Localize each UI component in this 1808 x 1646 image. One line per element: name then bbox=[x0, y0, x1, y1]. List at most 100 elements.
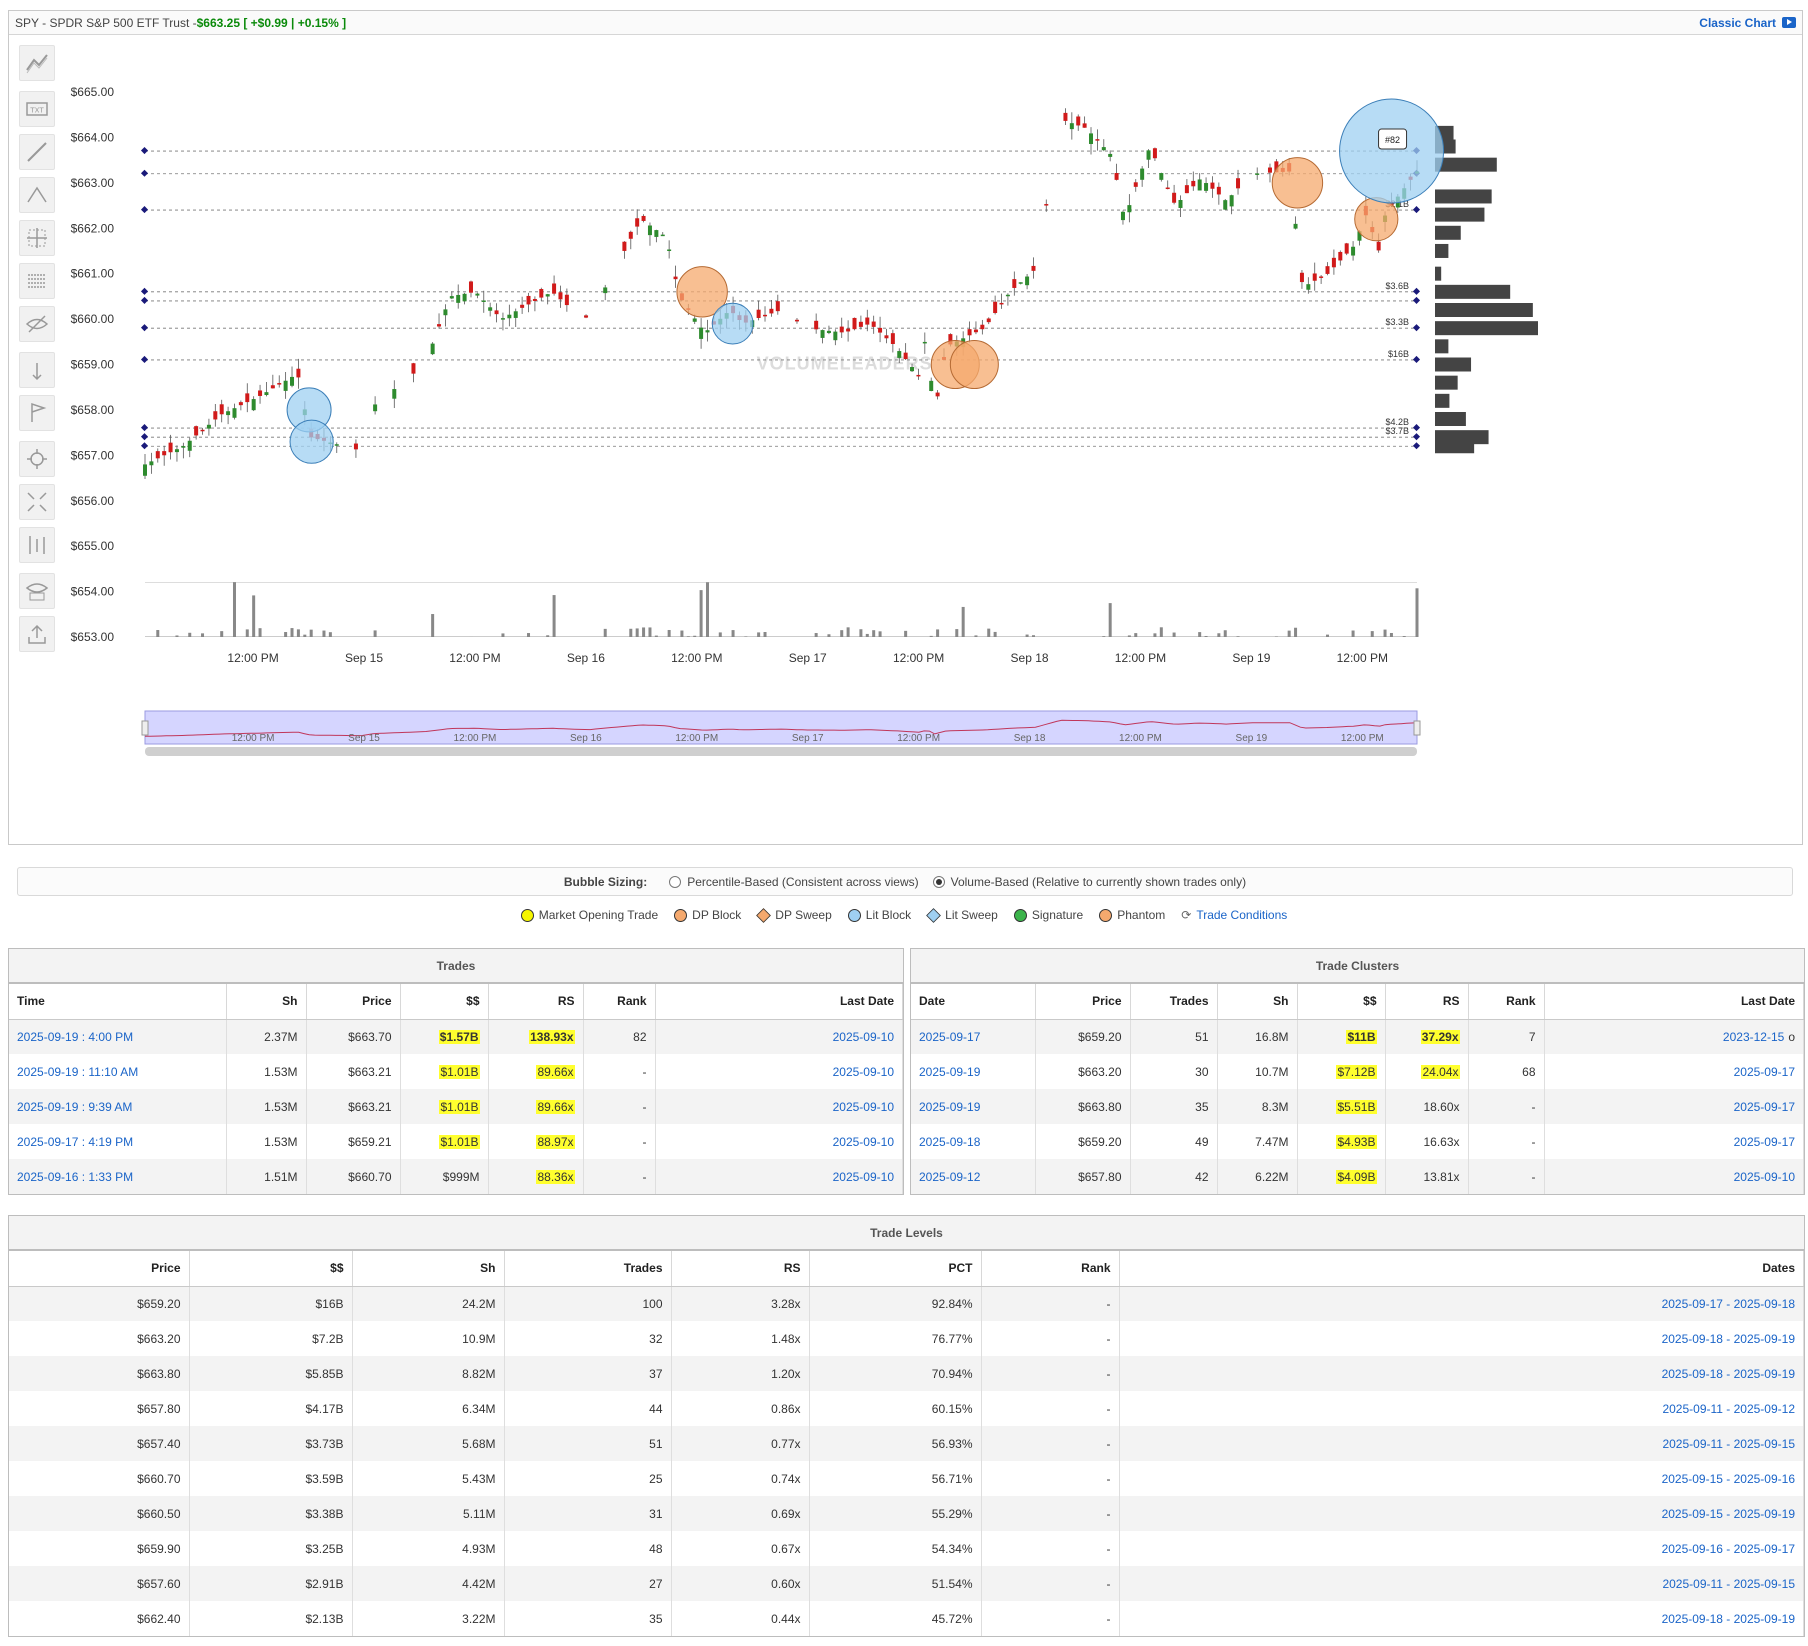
table-row[interactable]: 2025-09-19 $663.80 35 8.3M $5.51B 18.60x - 2025… bbox=[911, 1089, 1804, 1124]
line-tool[interactable] bbox=[19, 134, 55, 170]
zoom-tool[interactable] bbox=[19, 441, 55, 477]
column-header[interactable]: $$ bbox=[189, 1251, 353, 1287]
fullscreen-tool[interactable] bbox=[19, 484, 55, 520]
table-cell[interactable]: 2025-09-11 - 2025-09-15 bbox=[1119, 1426, 1804, 1461]
column-header[interactable]: $$ bbox=[400, 984, 489, 1020]
percentile-radio-dot[interactable] bbox=[669, 875, 682, 888]
table-cell[interactable]: 2025-09-10 bbox=[655, 1159, 903, 1194]
table-row[interactable]: 2025-09-12 $657.80 42 6.22M $4.09B 13.81x - 202… bbox=[911, 1159, 1804, 1194]
table-cell[interactable]: 2025-09-19 : 9:39 AM bbox=[9, 1089, 227, 1124]
legend-item[interactable]: Lit Block bbox=[847, 905, 911, 925]
table-cell[interactable]: 2025-09-19 : 4:00 PM bbox=[9, 1019, 227, 1054]
legend-item[interactable]: Lit Sweep bbox=[926, 905, 998, 925]
abc-pattern-tool[interactable] bbox=[19, 177, 55, 213]
column-header[interactable]: Last Date bbox=[655, 984, 903, 1020]
table-row[interactable]: $657.80 $4.17B 6.34M 44 0.86x 60.15% - 2025-09-… bbox=[9, 1391, 1804, 1426]
table-cell[interactable]: 2025-09-11 - 2025-09-12 bbox=[1119, 1391, 1804, 1426]
table-cell[interactable]: 2025-09-10 bbox=[655, 1089, 903, 1124]
legend-item[interactable]: ⟳ Trade Conditions bbox=[1181, 905, 1287, 925]
upload-tool[interactable] bbox=[19, 616, 55, 652]
table-row[interactable]: 2025-09-19 : 9:39 AM 1.53M $663.21 $1.01B 89… bbox=[9, 1089, 903, 1124]
table-cell[interactable]: 2025-09-18 bbox=[911, 1124, 1036, 1159]
table-cell[interactable]: 2025-09-10 bbox=[655, 1054, 903, 1089]
column-header[interactable]: $$ bbox=[1297, 984, 1386, 1020]
navigator-scrollbar[interactable] bbox=[145, 747, 1417, 756]
legend-item[interactable]: DP Block bbox=[674, 905, 741, 925]
column-header[interactable]: Trades bbox=[1130, 984, 1218, 1020]
hide-tool[interactable] bbox=[19, 306, 55, 342]
flag-tool[interactable] bbox=[19, 395, 55, 431]
column-header[interactable]: Rank bbox=[583, 984, 656, 1020]
table-cell[interactable]: 2025-09-17 bbox=[1544, 1124, 1804, 1159]
table-row[interactable]: 2025-09-18 $659.20 49 7.47M $4.93B 16.63x - 202… bbox=[911, 1124, 1804, 1159]
table-row[interactable]: $659.20 $16B 24.2M 100 3.28x 92.84% - 2025-09-1… bbox=[9, 1286, 1804, 1321]
table-cell[interactable]: 2023-12-15 o bbox=[1544, 1019, 1804, 1054]
table-cell[interactable]: 2025-09-19 bbox=[911, 1089, 1036, 1124]
column-header[interactable]: Time bbox=[9, 984, 227, 1020]
navigator-handle-right[interactable] bbox=[1413, 720, 1421, 736]
table-cell[interactable]: 2025-09-15 - 2025-09-16 bbox=[1119, 1461, 1804, 1496]
column-header[interactable]: Sh bbox=[226, 984, 307, 1020]
column-header[interactable]: Price bbox=[9, 1251, 190, 1287]
table-row[interactable]: $660.70 $3.59B 5.43M 25 0.74x 56.71% - 2025-09-… bbox=[9, 1461, 1804, 1496]
table-cell[interactable]: 2025-09-17 : 4:19 PM bbox=[9, 1124, 227, 1159]
table-cell[interactable]: 2025-09-11 - 2025-09-15 bbox=[1119, 1566, 1804, 1601]
table-row[interactable]: 2025-09-16 : 1:33 PM 1.51M $660.70 $999M 88.… bbox=[9, 1159, 903, 1194]
table-cell[interactable]: 2025-09-15 - 2025-09-19 bbox=[1119, 1496, 1804, 1531]
column-header[interactable]: RS bbox=[671, 1251, 810, 1287]
legend-item[interactable]: Phantom bbox=[1099, 905, 1165, 925]
table-row[interactable]: 2025-09-19 : 11:10 AM 1.53M $663.21 $1.01B 8… bbox=[9, 1054, 903, 1089]
column-header[interactable]: Sh bbox=[1217, 984, 1298, 1020]
column-header[interactable]: Date bbox=[911, 984, 1036, 1020]
table-cell[interactable]: 2025-09-19 : 11:10 AM bbox=[9, 1054, 227, 1089]
table-cell[interactable]: 2025-09-10 bbox=[655, 1124, 903, 1159]
table-row[interactable]: $660.50 $3.38B 5.11M 31 0.69x 55.29% - 2025-09-… bbox=[9, 1496, 1804, 1531]
table-row[interactable]: 2025-09-19 $663.20 30 10.7M $7.12B 24.04x 68 20… bbox=[911, 1054, 1804, 1089]
text-tool[interactable]: TXT bbox=[19, 91, 55, 127]
table-cell[interactable]: 2025-09-16 : 1:33 PM bbox=[9, 1159, 227, 1194]
table-cell[interactable]: 2025-09-17 bbox=[911, 1019, 1036, 1054]
legend-item[interactable]: Market Opening Trade bbox=[520, 905, 658, 925]
column-header[interactable]: Trades bbox=[504, 1251, 672, 1287]
table-row[interactable]: $657.60 $2.91B 4.42M 27 0.60x 51.54% - 2025-09-… bbox=[9, 1566, 1804, 1601]
navigator-handle-left[interactable] bbox=[141, 720, 149, 736]
table-row[interactable]: 2025-09-17 : 4:19 PM 1.53M $659.21 $1.01B 88… bbox=[9, 1124, 903, 1159]
table-row[interactable]: $663.80 $5.85B 8.82M 37 1.20x 70.94% - 2025-09-… bbox=[9, 1356, 1804, 1391]
visibility-tool[interactable] bbox=[19, 573, 55, 609]
trend-lines-tool[interactable] bbox=[19, 45, 55, 81]
table-row[interactable]: $657.40 $3.73B 5.68M 51 0.77x 56.93% - 2025-09-… bbox=[9, 1426, 1804, 1461]
table-cell[interactable]: 2025-09-12 bbox=[911, 1159, 1036, 1194]
table-row[interactable]: 2025-09-17 $659.20 51 16.8M $11B 37.29x 7 2023-… bbox=[911, 1019, 1804, 1054]
volume-radio[interactable]: Volume-Based (Relative to currently show… bbox=[932, 875, 1246, 889]
column-header[interactable]: Sh bbox=[352, 1251, 505, 1287]
table-cell[interactable]: 2025-09-17 bbox=[1544, 1089, 1804, 1124]
classic-chart-link[interactable]: Classic Chart bbox=[1699, 16, 1796, 30]
table-cell[interactable]: 2025-09-17 bbox=[1544, 1054, 1804, 1089]
column-header[interactable]: Price bbox=[306, 984, 401, 1020]
column-header[interactable]: RS bbox=[488, 984, 584, 1020]
table-cell[interactable]: 2025-09-18 - 2025-09-19 bbox=[1119, 1321, 1804, 1356]
column-header[interactable]: RS bbox=[1385, 984, 1469, 1020]
legend-item[interactable]: DP Sweep bbox=[756, 905, 832, 925]
table-row[interactable]: 2025-09-19 : 4:00 PM 2.37M $663.70 $1.57B 13… bbox=[9, 1019, 903, 1054]
table-cell[interactable]: 2025-09-17 - 2025-09-18 bbox=[1119, 1286, 1804, 1321]
legend-item[interactable]: Signature bbox=[1013, 905, 1083, 925]
column-header[interactable]: Dates bbox=[1119, 1251, 1804, 1287]
table-row[interactable]: $663.20 $7.2B 10.9M 32 1.48x 76.77% - 2025-09-1… bbox=[9, 1321, 1804, 1356]
column-header[interactable]: Price bbox=[1035, 984, 1131, 1020]
grid-tool[interactable] bbox=[19, 263, 55, 299]
percentile-radio[interactable]: Percentile-Based (Consistent across view… bbox=[669, 875, 919, 889]
table-row[interactable]: $662.40 $2.13B 3.22M 35 0.44x 45.72% - 2025-09-… bbox=[9, 1601, 1804, 1636]
table-cell[interactable]: 2025-09-10 bbox=[1544, 1159, 1804, 1194]
column-header[interactable]: PCT bbox=[809, 1251, 982, 1287]
table-cell[interactable]: 2025-09-18 - 2025-09-19 bbox=[1119, 1356, 1804, 1391]
table-cell[interactable]: 2025-09-18 - 2025-09-19 bbox=[1119, 1601, 1804, 1636]
table-cell[interactable]: 2025-09-19 bbox=[911, 1054, 1036, 1089]
measure-tool[interactable] bbox=[19, 352, 55, 388]
price-chart[interactable]: $665.00 $664.00 $663.00 $662.00 $661.00 $660.… bbox=[67, 47, 1797, 837]
table-row[interactable]: $659.90 $3.25B 4.93M 48 0.67x 54.34% - 2025-09-… bbox=[9, 1531, 1804, 1566]
column-header[interactable]: Rank bbox=[1468, 984, 1545, 1020]
table-cell[interactable]: 2025-09-10 bbox=[655, 1019, 903, 1054]
column-header[interactable]: Last Date bbox=[1544, 984, 1804, 1020]
table-cell[interactable]: 2025-09-16 - 2025-09-17 bbox=[1119, 1531, 1804, 1566]
